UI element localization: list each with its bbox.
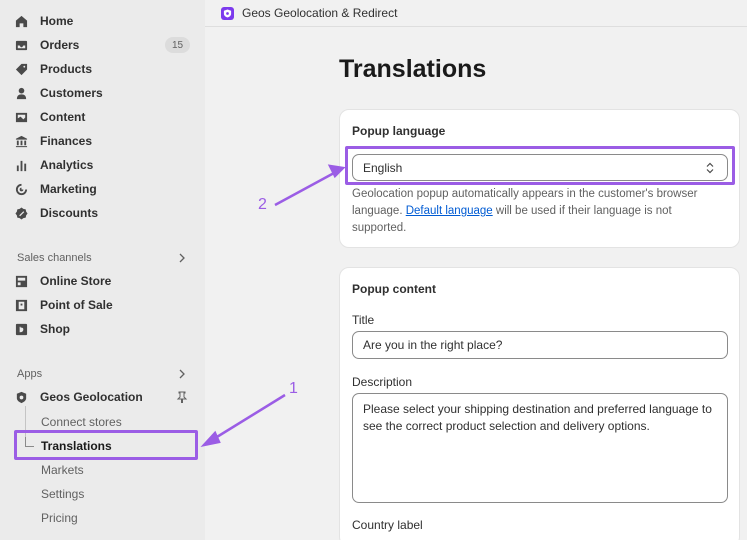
annotation-number-1: 1 xyxy=(289,380,298,397)
arrow-1 xyxy=(200,393,286,447)
annotation-arrows xyxy=(200,164,346,447)
annotation-number-2: 2 xyxy=(258,196,267,213)
arrow-2 xyxy=(274,164,346,207)
